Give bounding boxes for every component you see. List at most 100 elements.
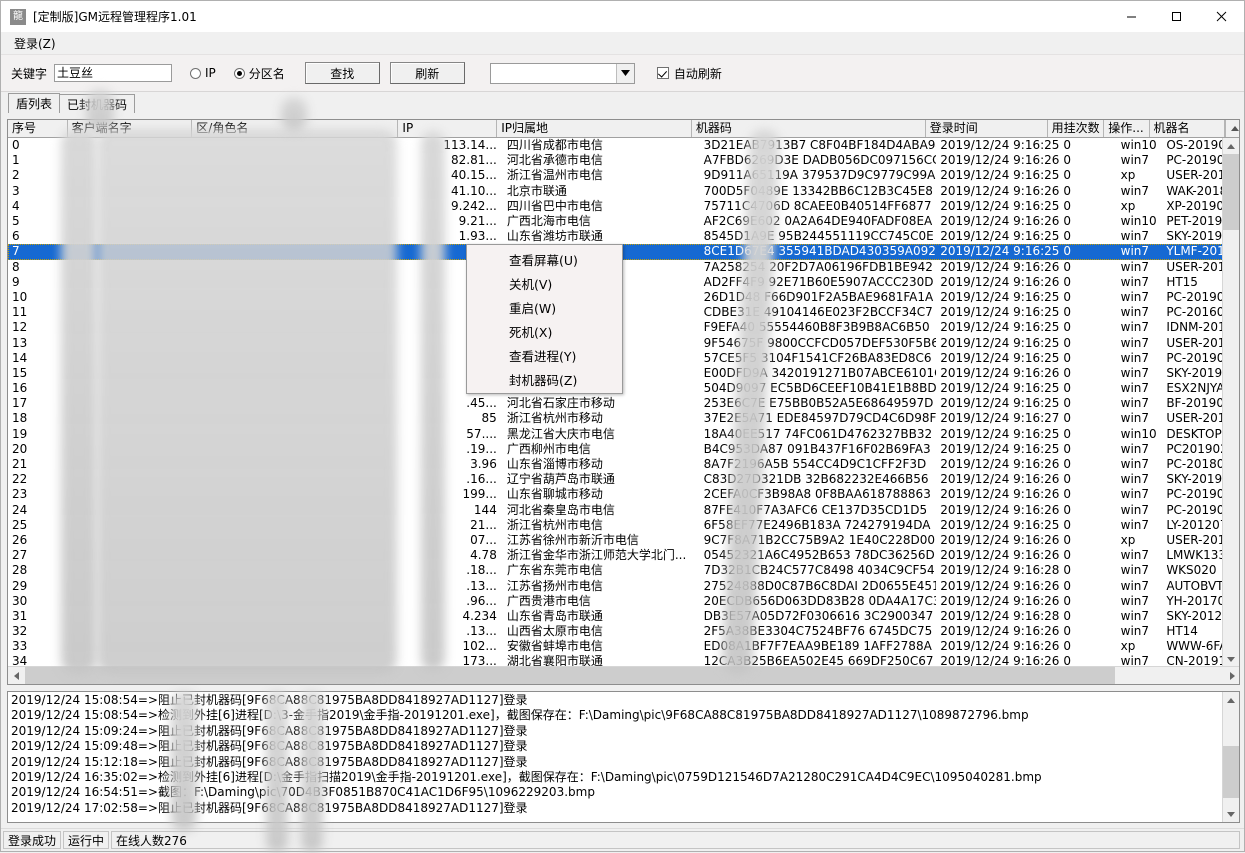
tab-shield-list[interactable]: 盾列表 (8, 93, 60, 113)
cell-loc: 河北省石家庄市移动 (503, 396, 700, 411)
cell-os: win7 (1117, 487, 1163, 502)
table-row[interactable]: 10.1726D1D48 F66D901F2A5BAE9681FA1A2019/… (8, 290, 1239, 305)
table-row[interactable]: 29 .13... 江苏省扬州市电信 27524888D0C87B6C8DAI 2D0… (8, 578, 1239, 593)
table-row[interactable]: 18 85 浙江省杭州市移动 37E2E5A71 EDE84597D79CD4C6D9… (8, 411, 1239, 426)
table-row[interactable]: 82.9...7A258254 20F2D7A06196FDB1BE942201… (8, 260, 1239, 275)
column-header-index[interactable]: 序号 (8, 120, 68, 137)
search-input[interactable] (54, 64, 172, 82)
table-row[interactable]: 17 .45... 河北省石家庄市移动 253E6C7E E75BB0B52A5E68… (8, 396, 1239, 411)
scroll-up-icon[interactable] (1223, 138, 1239, 154)
status-online-count: 在线人数276 (111, 831, 1240, 849)
zone-select[interactable] (490, 63, 635, 84)
column-header-zone-role[interactable]: 区/角色名 (192, 120, 398, 137)
column-header-client[interactable]: 客户端名字 (68, 120, 193, 137)
cell-cnt: 0 (1059, 305, 1116, 320)
log-scroll-down-icon[interactable] (1223, 806, 1239, 822)
context-menu-item-1[interactable]: 关机(V) (467, 271, 622, 295)
table-row[interactable]: 24 144 河北省秦皇岛市电信 87FE410F7A3AFC6 CE137D35CD… (8, 503, 1239, 518)
table-horizontal-scrollbar[interactable] (8, 666, 1240, 684)
log-line: 2019/12/24 15:09:48=>阻止已封机器码[9F68CA88C81… (8, 739, 1239, 754)
cell-mac: CDBE31E 49104146E023F2BCCF34C7 (700, 305, 937, 320)
column-header-ip[interactable]: IP (398, 120, 497, 137)
table-row[interactable]: 26 07... 江苏省徐州市新沂市电信 9C7F8A71B2CC75B9A2 1E4… (8, 533, 1239, 548)
table-vertical-scrollbar[interactable] (1222, 138, 1239, 667)
cell-no: 18 (8, 411, 68, 426)
cell-cnt: 0 (1059, 639, 1116, 654)
cell-os: win7 (1117, 609, 1163, 624)
cell-time: 2019/12/24 9:16:27 (936, 411, 1059, 426)
cell-os: win7 (1117, 153, 1163, 168)
table-row[interactable]: 31 4.234 山东省青岛市联通 DB3E57A05D72F0306616 3C29… (8, 609, 1239, 624)
table-row[interactable]: 1336.89F54675F 9800CCFCD057DEF530F5B6201… (8, 335, 1239, 350)
context-menu-item-5[interactable]: 封机器码(Z) (467, 367, 622, 391)
cell-loc: 广西贵港市电信 (503, 594, 700, 609)
table-row[interactable]: 21 3.96 山东省淄博市移动 8A7F2196A5B 554CC4D9C1CFF2… (8, 457, 1239, 472)
column-header-machine-name[interactable]: 机器名 (1150, 120, 1226, 137)
cell-mac: F9EFA40 55554460B8F3B9B8AC6B50 (700, 320, 937, 335)
table-row[interactable]: 20 .19... 广西柳州市电信 B4C953DA87 091B437F16F02B… (8, 442, 1239, 457)
table-row[interactable]: 25 21... 浙江省杭州市电信 6F58EF77E2496B183A 724279… (8, 518, 1239, 533)
scroll-right-icon[interactable] (1224, 668, 1240, 684)
log-vertical-scrollbar[interactable] (1222, 692, 1239, 822)
table-row[interactable]: 32 .13... 山西省太原市电信 2F5A38BE3304C7524BF76 67… (8, 624, 1239, 639)
table-row[interactable]: 33 102... 安徽省蚌埠市电信 ED08A1BF7F7EAA9BE189 1AF… (8, 639, 1239, 654)
table-row[interactable]: 78.35河北省石家庄市联通8CE1D67E4 355941BDAD430359… (8, 244, 1239, 259)
cell-time: 2019/12/24 9:16:26 (936, 487, 1059, 502)
table-row[interactable]: 19 57.... 黑龙江省大庆市电信 18A40EE517 74FC061D4762… (8, 427, 1239, 442)
column-header-os[interactable]: 操作... (1104, 120, 1149, 137)
table-row[interactable]: 27 4.78 浙江省金华市浙江师范大学北门... 05452321A6C4952B6… (8, 548, 1239, 563)
horizontal-scroll-track[interactable] (25, 667, 1224, 684)
radio-zone[interactable]: 分区名 (234, 65, 285, 82)
minimize-icon[interactable] (1109, 1, 1154, 32)
context-menu-item-4[interactable]: 查看进程(Y) (467, 343, 622, 367)
log-lines: 2019/12/24 15:08:54=>阻止已封机器码[9F68CA88C81… (8, 692, 1239, 816)
column-header-login-time[interactable]: 登录时间 (926, 120, 1048, 137)
context-menu-item-0[interactable]: 查看屏幕(U) (467, 247, 622, 271)
table-row[interactable]: 1 82.81... 河北省承德市电信 A7FBD6269D3E DADB056DC0… (8, 153, 1239, 168)
table-row[interactable]: 15.11E00DFD9A 3420191271B07ABCE6101C2019… (8, 366, 1239, 381)
cell-cnt: 0 (1059, 260, 1116, 275)
radio-zone-circle-icon (234, 68, 245, 79)
auto-refresh-checkbox[interactable]: 自动刷新 (657, 65, 722, 82)
cell-loc: 广西北海市电信 (503, 214, 700, 229)
find-button[interactable]: 查找 (305, 62, 380, 84)
vertical-scroll-thumb[interactable] (1223, 154, 1239, 230)
radio-ip[interactable]: IP (190, 66, 216, 80)
column-header-cheat-count[interactable]: 用挂次数 (1048, 120, 1105, 137)
horizontal-scroll-thumb[interactable] (25, 667, 1115, 684)
table-row[interactable]: 6 1.93... 山东省潍坊市联通 8545D1A9E 95B244551119CC… (8, 229, 1239, 244)
tab-banned-machine-codes[interactable]: 已封机器码 (59, 94, 135, 113)
table-row[interactable]: 23 199... 山东省聊城市移动 2CEFA0CF3B98A8 0F8BAA618… (8, 487, 1239, 502)
column-header-ip-region[interactable]: IP归属地 (497, 120, 692, 137)
table-row[interactable]: 2 40.15... 浙江省温州市电信 9D911A65119A 379537D9C9… (8, 168, 1239, 183)
log-scroll-up-icon[interactable] (1223, 692, 1239, 708)
context-menu-item-2[interactable]: 重启(W) (467, 295, 622, 319)
chevron-up-icon[interactable] (1225, 120, 1239, 137)
table-row[interactable]: 1431.57CE5F5 3104F1541CF26BA83ED8C62019/… (8, 351, 1239, 366)
table-row[interactable]: 1118.8CDBE31E 49104146E023F2BCCF34C72019… (8, 305, 1239, 320)
table-row[interactable]: 5 9.21... 广西北海市电信 AF2C69E602 0A2A64DE940FAD… (8, 214, 1239, 229)
context-menu-item-3[interactable]: 死机(X) (467, 319, 622, 343)
table-row[interactable]: 0 113.14... 四川省成都市电信 3D21EAB7913B7 C8F04BF1… (8, 138, 1239, 153)
scroll-down-icon[interactable] (1223, 651, 1239, 667)
cell-loc: 山东省聊城市移动 (503, 487, 700, 502)
cell-loc: 黑龙江省大庆市电信 (503, 427, 700, 442)
table-row[interactable]: 30 .96... 广西贵港市电信 20ECDB656D063DD83B28 0DA4… (8, 594, 1239, 609)
menu-item-login[interactable]: 登录(Z) (9, 34, 61, 53)
table-row[interactable]: 4 9.242... 四川省巴中市电信 75711C4706D 8CAEE0B4051… (8, 199, 1239, 214)
refresh-button[interactable]: 刷新 (390, 62, 465, 84)
column-header-machine-code[interactable]: 机器码 (692, 120, 926, 137)
table-row[interactable]: 9.13AD2FF4F9 92E71B60E5907ACCC230D2019/1… (8, 275, 1239, 290)
log-scroll-thumb[interactable] (1223, 746, 1239, 798)
cell-cnt: 0 (1059, 472, 1116, 487)
maximize-icon[interactable] (1154, 1, 1199, 32)
close-icon[interactable] (1199, 1, 1244, 32)
scroll-left-icon[interactable] (8, 668, 25, 684)
table-row[interactable]: 12.20F9EFA40 55554460B8F3B9B8AC6B502019/… (8, 320, 1239, 335)
cell-cnt: 0 (1059, 168, 1116, 183)
chevron-down-icon[interactable] (616, 64, 634, 83)
table-row[interactable]: 28 .18... 广东省东莞市电信 7D32B1CB24C577C8498 4034… (8, 563, 1239, 578)
table-row[interactable]: 1637.0504D9097 EC5BD6CEEF10B41E1B8BD2019… (8, 381, 1239, 396)
table-row[interactable]: 22 .16... 辽宁省葫芦岛市联通 C83D27D321DB 32B682232E… (8, 472, 1239, 487)
table-row[interactable]: 3 41.10... 北京市联通 700D5F0489E 13342BB6C12B3C… (8, 184, 1239, 199)
